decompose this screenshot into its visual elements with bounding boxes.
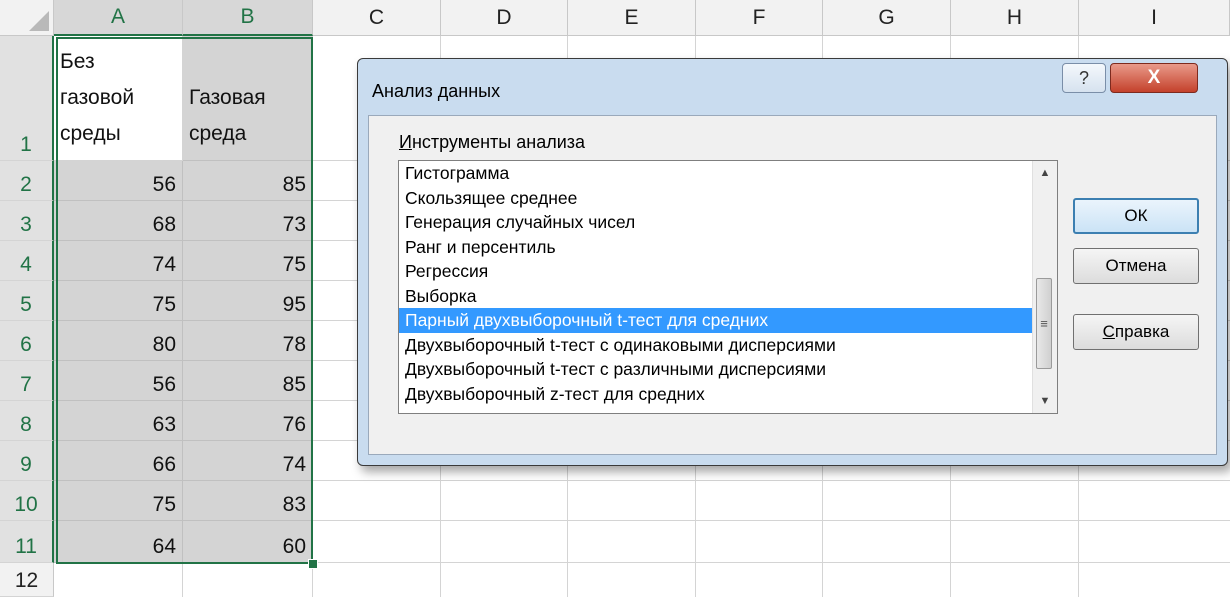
analysis-tools-label-text: нструменты анализа bbox=[411, 132, 586, 152]
list-item-selected[interactable]: Парный двухвыборочный t-тест для средних bbox=[399, 308, 1057, 333]
list-item[interactable]: Двухвыборочный t-тест с одинаковыми дисп… bbox=[399, 333, 1057, 358]
scroll-down-arrow-icon[interactable]: ▼ bbox=[1033, 389, 1057, 413]
dialog-title: Анализ данных bbox=[372, 81, 501, 101]
analysis-tools-label-accel: И bbox=[399, 132, 412, 152]
listbox-scrollbar[interactable]: ▲ ≡ ▼ bbox=[1032, 161, 1057, 413]
ok-button[interactable]: ОК bbox=[1073, 198, 1199, 234]
list-item[interactable]: Скользящее среднее bbox=[399, 186, 1057, 211]
scroll-thumb[interactable]: ≡ bbox=[1036, 278, 1052, 369]
scroll-up-arrow-icon[interactable]: ▲ bbox=[1033, 161, 1057, 185]
list-item[interactable]: Выборка bbox=[399, 284, 1057, 309]
help-button-accel: С bbox=[1102, 322, 1115, 341]
list-item[interactable]: Двухвыборочный z-тест для средних bbox=[399, 382, 1057, 407]
analysis-tools-label: Инструменты анализа bbox=[399, 132, 585, 153]
help-button[interactable]: Справка bbox=[1073, 314, 1199, 350]
help-icon[interactable]: ? bbox=[1062, 63, 1106, 93]
close-icon[interactable]: X bbox=[1110, 63, 1198, 93]
list-item[interactable]: Генерация случайных чисел bbox=[399, 210, 1057, 235]
list-item[interactable]: Двухвыборочный t-тест с различными диспе… bbox=[399, 357, 1057, 382]
list-item[interactable]: Регрессия bbox=[399, 259, 1057, 284]
list-item[interactable]: Ранг и персентиль bbox=[399, 235, 1057, 260]
analysis-tools-listbox[interactable]: Гистограмма Скользящее среднее Генерация… bbox=[398, 160, 1058, 414]
dialog-body: Инструменты анализа Гистограмма Скользящ… bbox=[368, 115, 1217, 455]
help-button-text: правка bbox=[1114, 322, 1170, 341]
data-analysis-dialog: Анализ данных ? X Инструменты анализа Ги… bbox=[357, 58, 1228, 466]
cancel-button[interactable]: Отмена bbox=[1073, 248, 1199, 284]
list-item[interactable]: Гистограмма bbox=[399, 161, 1057, 186]
fill-handle[interactable] bbox=[308, 559, 318, 569]
